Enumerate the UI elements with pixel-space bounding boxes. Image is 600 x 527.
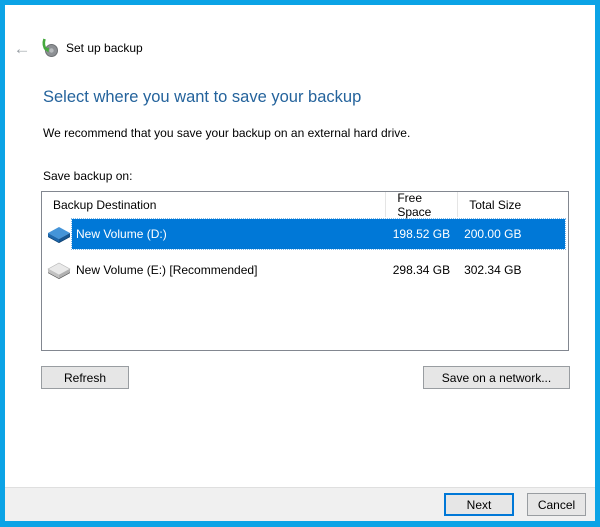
table-header-row: Backup Destination Free Space Total Size (42, 192, 568, 217)
drive-total-size: 200.00 GB (454, 227, 565, 241)
wizard-header: ← Set up backup (5, 33, 595, 63)
hard-drive-silver-icon (46, 260, 72, 282)
cancel-button[interactable]: Cancel (527, 493, 586, 516)
next-button[interactable]: Next (444, 493, 514, 516)
refresh-button[interactable]: Refresh (41, 366, 129, 389)
hard-drive-blue-icon (46, 224, 72, 246)
drive-name: New Volume (E:) [Recommended] (72, 263, 383, 277)
column-header-free-space[interactable]: Free Space (385, 192, 457, 217)
save-on-network-button[interactable]: Save on a network... (423, 366, 570, 389)
page-description: We recommend that you save your backup o… (43, 126, 410, 140)
column-header-total-size[interactable]: Total Size (457, 192, 568, 217)
drive-name: New Volume (D:) (72, 227, 383, 241)
drive-free-space: 198.52 GB (383, 227, 454, 241)
table-row-new-volume-e[interactable]: New Volume (E:) [Recommended] 298.34 GB … (42, 255, 568, 289)
page-title: Select where you want to save your backu… (43, 88, 361, 107)
back-arrow-icon[interactable]: ← (5, 40, 39, 57)
window-title: Set up backup (66, 41, 143, 55)
backup-clock-icon (39, 38, 59, 58)
row-content: New Volume (E:) [Recommended] 298.34 GB … (72, 255, 565, 285)
setup-backup-window: ← Set up backup Select where you want to… (0, 0, 600, 527)
footer-bar: Next Cancel (5, 487, 595, 521)
column-header-backup-destination[interactable]: Backup Destination (42, 192, 385, 217)
row-selection-highlight: New Volume (D:) 198.52 GB 200.00 GB (72, 219, 565, 249)
backup-destination-list: Backup Destination Free Space Total Size… (41, 191, 569, 351)
table-row-new-volume-d[interactable]: New Volume (D:) 198.52 GB 200.00 GB (42, 219, 568, 253)
drive-free-space: 298.34 GB (383, 263, 454, 277)
save-backup-on-label: Save backup on: (43, 169, 132, 183)
drive-total-size: 302.34 GB (454, 263, 565, 277)
